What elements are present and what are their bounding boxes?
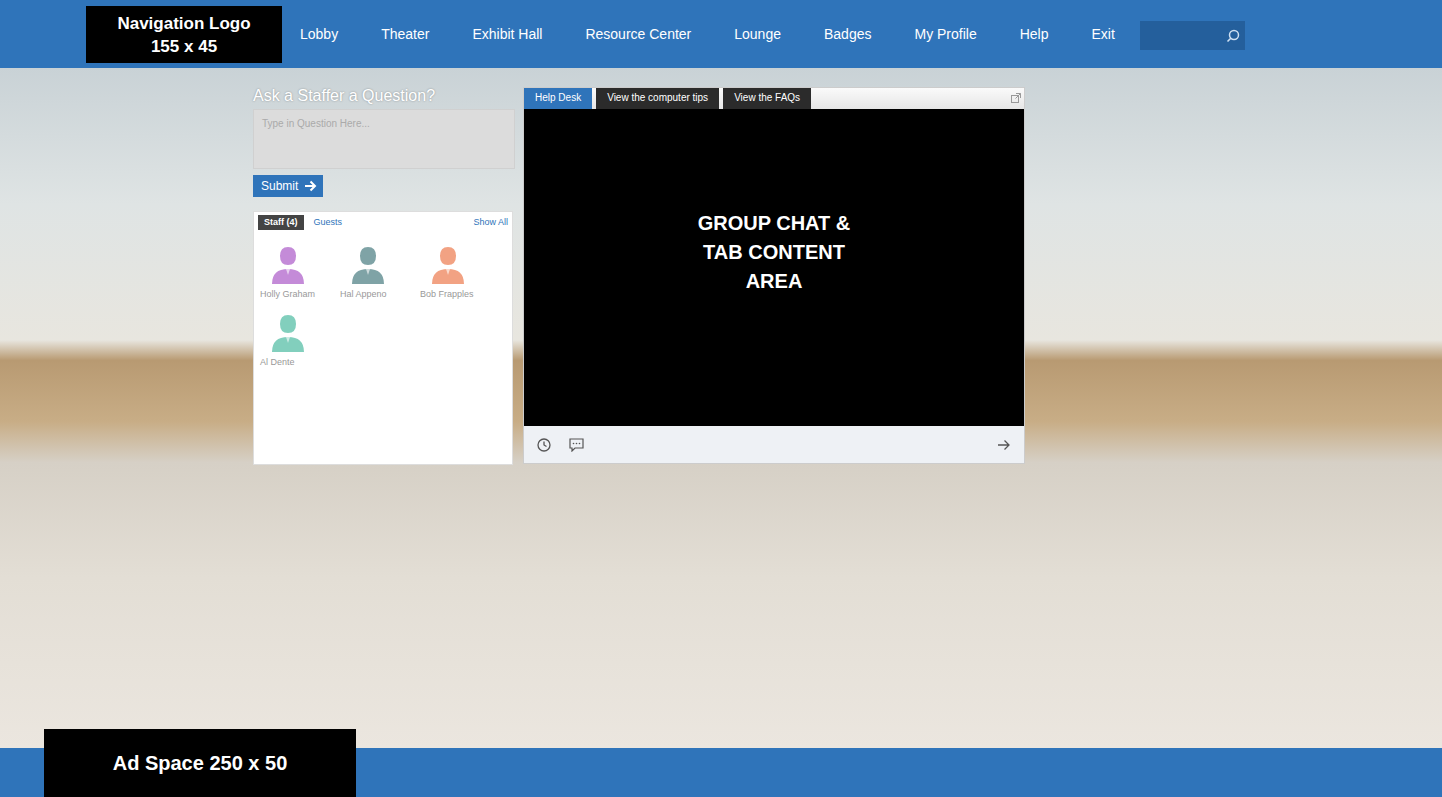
nav-link[interactable]: Badges: [824, 24, 871, 45]
avatar-icon[interactable]: [420, 244, 476, 284]
avatar-icon[interactable]: [260, 312, 316, 352]
people-grid: Holly Graham Hal Appeno Bob Frapples Al Den…: [258, 230, 508, 369]
search-input[interactable]: [1140, 27, 1221, 45]
top-bar: Navigation Logo155 x 45 Lobby Theater Exhi…: [0, 0, 1442, 68]
content-tab[interactable]: Help Desk: [524, 88, 592, 109]
chat-icon[interactable]: [568, 437, 584, 453]
nav-link[interactable]: Resource Center: [585, 24, 691, 45]
nav-link[interactable]: Lounge: [734, 24, 781, 45]
placeholder-line: GROUP CHAT &: [524, 209, 1024, 238]
ask-panel: Ask a Staffer a Question? Submit Staff (…: [253, 87, 515, 465]
person-name[interactable]: Al Dente: [260, 356, 295, 370]
nav-link[interactable]: Lobby: [300, 24, 338, 45]
show-all-link[interactable]: Show All: [473, 216, 508, 230]
lobby-scene: Ask a Staffer a Question? Submit Staff (…: [0, 68, 1442, 748]
submit-label[interactable]: Submit: [261, 177, 298, 195]
popout-icon[interactable]: [1008, 88, 1024, 109]
nav-link[interactable]: Theater: [381, 24, 429, 45]
send-arrow-icon[interactable]: [996, 437, 1012, 453]
person-name[interactable]: Hal Appeno: [340, 288, 387, 302]
avatar-icon[interactable]: [340, 244, 396, 284]
person-item[interactable]: Holly Graham: [258, 244, 338, 302]
chat-area: GROUP CHAT &TAB CONTENTAREA: [524, 109, 1024, 426]
nav-link[interactable]: Help: [1020, 24, 1049, 45]
nav-link[interactable]: Exhibit Hall: [472, 24, 542, 45]
person-name[interactable]: Holly Graham: [260, 288, 315, 302]
people-tab[interactable]: Staff (4): [258, 215, 304, 230]
content-tab[interactable]: View the FAQs: [723, 88, 811, 109]
content-tab[interactable]: View the computer tips: [596, 88, 719, 109]
content-tabs: Help DeskView the computer tipsView the …: [524, 88, 1024, 109]
nav-link[interactable]: My Profile: [914, 24, 976, 45]
arrow-right-icon[interactable]: [303, 179, 317, 193]
clock-icon[interactable]: [536, 437, 552, 453]
bottom-bar: Ad Space 250 x 50: [0, 748, 1442, 797]
placeholder-line: TAB CONTENT: [524, 238, 1024, 267]
logo-line: Navigation Logo: [117, 12, 250, 35]
person-item[interactable]: Hal Appeno: [338, 244, 418, 302]
chat-toolbar: [524, 426, 1024, 463]
person-name[interactable]: Bob Frapples: [420, 288, 474, 302]
person-item[interactable]: Al Dente: [258, 312, 338, 370]
main-nav: Lobby Theater Exhibit Hall Resource Center L…: [300, 6, 1115, 63]
ad-space[interactable]: Ad Space 250 x 50: [44, 729, 356, 797]
navigation-logo[interactable]: Navigation Logo155 x 45: [86, 6, 282, 63]
placeholder-line: AREA: [524, 267, 1024, 296]
search-icon[interactable]: [1221, 24, 1245, 48]
nav-link[interactable]: Exit: [1092, 24, 1115, 45]
people-panel: Staff (4) Guests Show All Holly Graham Hal…: [253, 211, 513, 465]
ad-label[interactable]: Ad Space 250 x 50: [113, 748, 288, 778]
logo-line: 155 x 45: [151, 35, 217, 58]
content-panel: Help DeskView the computer tipsView the …: [523, 87, 1025, 464]
avatar-icon[interactable]: [260, 244, 316, 284]
people-tabs: Staff (4) Guests: [258, 215, 348, 230]
search-box: [1140, 21, 1245, 50]
ask-title: Ask a Staffer a Question?: [253, 87, 435, 105]
question-input[interactable]: [253, 109, 515, 169]
submit-button[interactable]: Submit: [253, 175, 323, 197]
people-tab[interactable]: Guests: [308, 215, 349, 230]
person-item[interactable]: Bob Frapples: [418, 244, 498, 302]
